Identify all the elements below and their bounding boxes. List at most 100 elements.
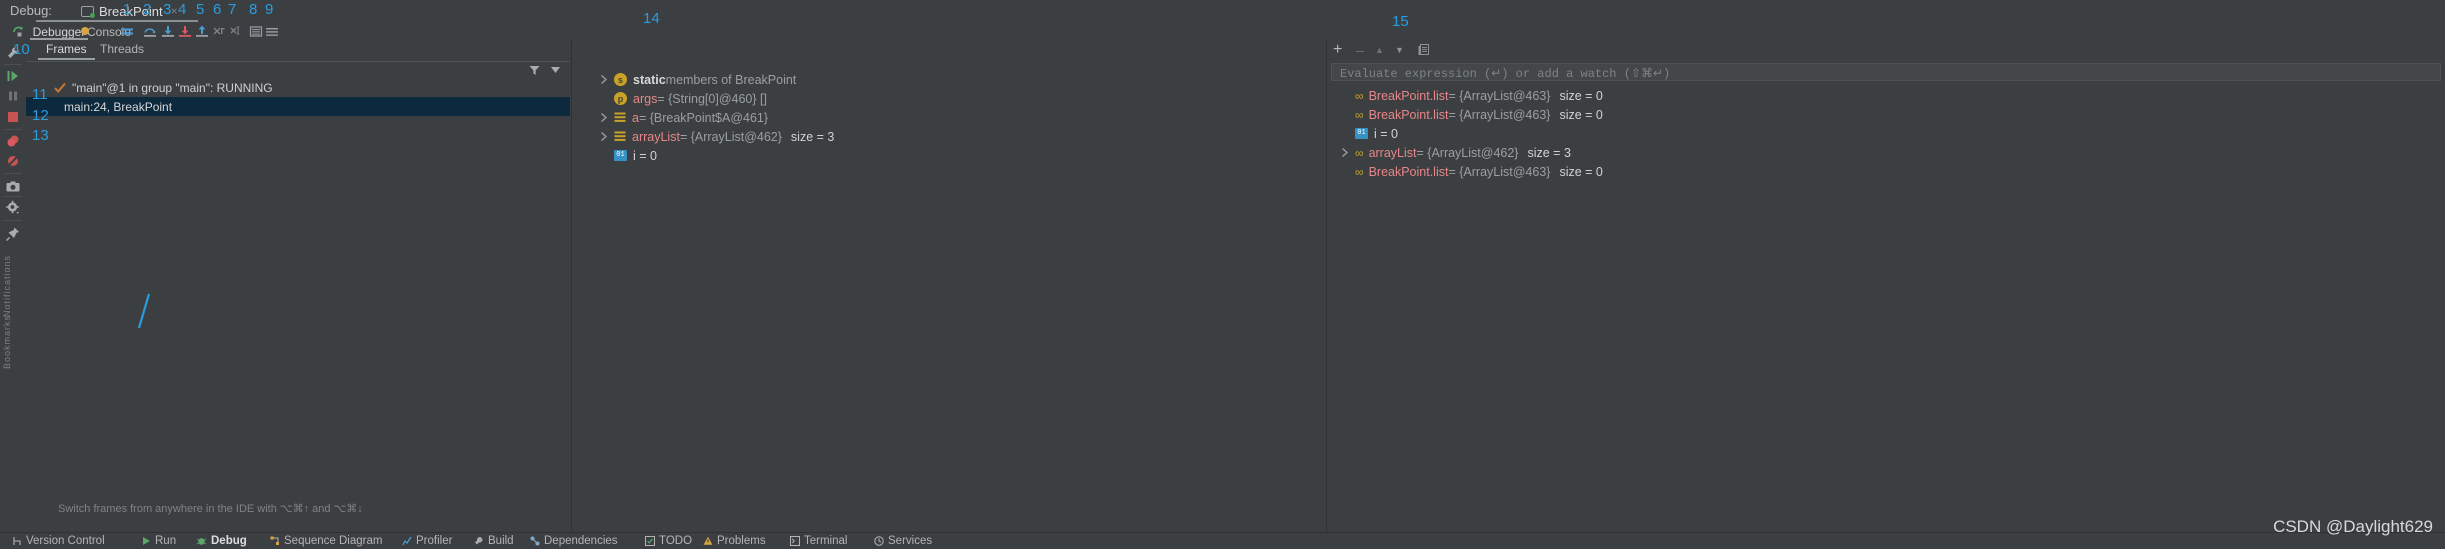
step-out-icon[interactable] [195,25,209,38]
variable-row-a[interactable]: a = {BreakPoint$A@461} [572,108,768,127]
watch-row[interactable]: 01 i = 0 [1327,124,1398,143]
status-label: Version Control [26,535,105,547]
expand-chevron-icon[interactable] [600,75,608,84]
frame-row-selected[interactable]: main:24, BreakPoint [26,97,570,116]
force-step-into-icon[interactable] [178,25,192,38]
thread-label: "main"@1 in group "main": RUNNING [72,81,273,95]
status-build[interactable]: Build [474,534,514,548]
annotation-number-12: 12 [32,107,49,124]
expand-chevron-icon[interactable] [1341,148,1349,157]
variable-value: = {BreakPoint$A@461} [638,110,769,125]
filter-icon[interactable] [529,65,540,76]
annotation-number-10: 10 [13,41,30,58]
watches-toolbar: + – ▲ ▼ [1327,40,2445,62]
variable-row-static-members[interactable]: s static members of BreakPoint [572,70,796,89]
remove-watch-icon[interactable]: – [1356,43,1364,57]
mute-breakpoints-icon[interactable] [5,153,21,169]
variable-name: a [632,110,639,125]
annotation-number-13: 13 [32,127,49,144]
evaluate-expression-icon[interactable] [249,25,263,38]
debug-icon [196,538,207,545]
evaluate-expression-input[interactable]: Evaluate expression (↵) or add a watch (… [1331,63,2441,81]
debug-side-toolbar: Notifications Bookmarks [0,40,27,534]
bookmarks-label[interactable]: Bookmarks [2,315,12,369]
parameter-badge-icon: p [614,92,627,105]
resume-program-icon[interactable] [5,68,21,84]
watch-size: size = 0 [1559,164,1603,179]
move-watch-up-icon[interactable]: ▲ [1375,46,1384,55]
tab-frames-underline [38,58,95,60]
variable-name: i = 0 [633,148,657,163]
tab-threads-label: Threads [100,42,145,56]
annotation-number-3: 3 [163,1,172,18]
status-profiler[interactable]: Profiler [402,534,452,548]
status-run[interactable]: Run [142,534,176,548]
status-label: Build [488,535,514,547]
expand-chevron-icon[interactable] [600,132,608,141]
settings-lines-icon[interactable] [265,25,279,38]
show-execution-point-icon[interactable] [120,25,134,38]
annotation-number-1: 1 [123,1,132,18]
build-icon [475,536,483,545]
status-label: Dependencies [544,535,618,547]
sequence-diagram-icon [270,536,279,545]
stop-program-icon[interactable] [5,109,21,125]
watch-size: size = 0 [1559,107,1603,122]
settings-gear-icon[interactable] [5,200,21,216]
annotation-number-7: 7 [228,1,237,18]
watch-row[interactable]: ∞ BreakPoint.list = {ArrayList@463} size… [1327,86,1603,105]
expand-chevron-icon[interactable] [600,113,608,122]
infinity-icon: ∞ [1355,107,1364,122]
annotation-pointer-line [137,293,151,329]
status-label: Sequence Diagram [284,535,383,547]
screenshot-icon[interactable] [5,179,21,195]
debugger-toolbar: Debugger Console [0,22,2445,59]
watch-name: BreakPoint.list [1368,107,1449,122]
status-todo[interactable]: TODO [645,534,692,548]
run-to-cursor-icon[interactable] [229,25,243,38]
field-icon [614,131,626,142]
status-terminal[interactable]: Terminal [790,534,847,548]
chevron-down-icon[interactable] [551,67,560,73]
pin-tab-icon[interactable] [5,226,21,242]
step-over-icon[interactable] [143,25,157,38]
status-problems[interactable]: Problems [703,534,766,548]
strip-divider-3 [4,173,22,174]
frames-filterbar [26,61,570,79]
status-label: Services [888,535,933,547]
todo-icon [645,536,655,546]
watch-name: BreakPoint.list [1368,88,1449,103]
status-sequence-diagram[interactable]: Sequence Diagram [270,534,382,548]
infinity-icon: ∞ [1355,164,1364,179]
view-breakpoints-icon[interactable] [5,133,21,149]
watch-row[interactable]: ∞ BreakPoint.list = {ArrayList@463} size… [1327,105,1603,124]
close-icon[interactable]: × [171,4,178,18]
status-version-control[interactable]: Version Control [12,534,105,548]
drop-frame-icon[interactable] [212,25,226,38]
debug-titlebar: Debug: BreakPoint × [0,0,2445,22]
tab-threads[interactable]: Threads [100,42,144,56]
notifications-label[interactable]: Notifications [2,255,12,317]
add-watch-icon[interactable]: + [1333,42,1342,58]
watch-ref: = {ArrayList@463} [1448,164,1551,179]
tab-frames[interactable]: Frames [38,42,95,60]
status-label: TODO [659,535,693,547]
status-dependencies[interactable]: Dependencies [530,534,618,548]
variable-row-arraylist[interactable]: arrayList = {ArrayList@462} size = 3 [572,127,834,146]
rerun-icon[interactable] [12,25,25,38]
copy-watch-icon[interactable] [1418,44,1429,56]
variable-value: = {ArrayList@462} [679,129,782,144]
watch-name: BreakPoint.list [1368,164,1449,179]
move-watch-down-icon[interactable]: ▼ [1395,46,1404,55]
status-services[interactable]: Services [874,534,932,548]
pause-program-icon [5,88,21,104]
status-debug[interactable]: Debug [196,534,247,548]
watch-row[interactable]: ∞ BreakPoint.list = {ArrayList@463} size… [1327,162,1603,181]
strip-divider-2 [4,129,22,130]
watch-row[interactable]: ∞ arrayList = {ArrayList@462} size = 3 [1327,143,1571,162]
variable-row-i[interactable]: 01 i = 0 [572,146,657,165]
variable-row-args[interactable]: p args = {String[0]@460} [] [572,89,767,108]
step-into-icon[interactable] [161,25,175,38]
thread-row[interactable]: "main"@1 in group "main": RUNNING [26,79,570,97]
profiler-icon [402,536,412,546]
